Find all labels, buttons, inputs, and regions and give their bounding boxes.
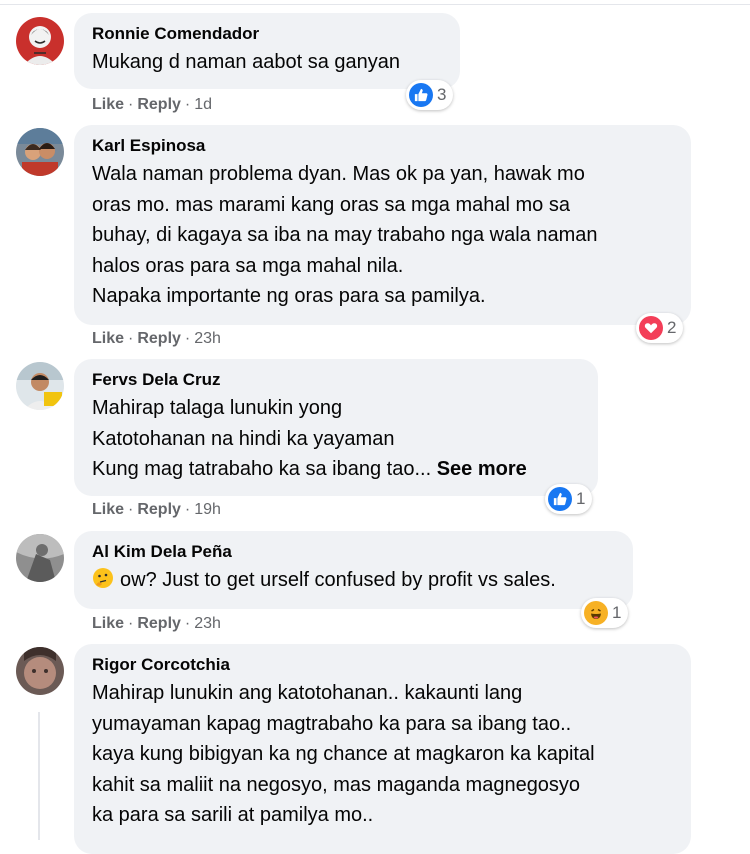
reaction-summary[interactable]: 2 <box>636 313 684 343</box>
separator-dot: · <box>128 501 134 518</box>
comment-bubble: Fervs Dela Cruz Mahirap talaga lunukin y… <box>74 359 598 496</box>
like-button[interactable]: Like <box>92 96 124 113</box>
see-more-link[interactable]: See more <box>437 458 527 480</box>
avatar[interactable] <box>16 647 64 695</box>
comment-text: ow? Just to get urself confused by profi… <box>92 565 615 599</box>
comment-line: Mahirap lunukin ang katotohanan.. kakaun… <box>92 682 523 704</box>
separator-dot: · <box>184 615 191 632</box>
comment-bubble: Ronnie Comendador Mukang d naman aabot s… <box>74 13 460 89</box>
thread-line <box>38 712 40 840</box>
comment-line: ka para sa sarili at pamilya mo.. <box>92 804 374 826</box>
comment-line: yumayaman kapag magtrabaho ka para sa ib… <box>92 712 572 735</box>
reaction-summary[interactable]: 3 <box>406 80 454 110</box>
comment-line: Napaka importante ng oras para sa pamily… <box>92 285 486 307</box>
comment-line: halos oras para sa mga mahal nila. <box>92 254 404 277</box>
haha-icon <box>584 601 608 625</box>
comment-author[interactable]: Rigor Corcotchia <box>92 654 673 676</box>
comment-author[interactable]: Karl Espinosa <box>92 135 673 157</box>
reaction-summary[interactable]: 1 <box>545 484 593 514</box>
heart-icon <box>639 316 663 340</box>
separator-dot: · <box>128 615 134 632</box>
reply-button[interactable]: Reply <box>137 501 181 518</box>
like-button[interactable]: Like <box>92 330 124 347</box>
comment-actions: Like · Reply · 1d <box>92 96 212 114</box>
comment-text: Mukang d naman aabot sa ganyan <box>92 47 442 78</box>
comment-line: buhay, di kagaya sa iba na may trabaho n… <box>92 224 598 246</box>
reaction-count: 2 <box>667 318 677 337</box>
reply-button[interactable]: Reply <box>137 96 181 113</box>
comment-actions: Like · Reply · 23h <box>92 615 221 633</box>
comment-text: Mahirap lunukin ang katotohanan.. kakaun… <box>92 678 673 831</box>
reply-button[interactable]: Reply <box>137 615 181 632</box>
separator-dot: · <box>184 501 191 518</box>
avatar[interactable] <box>16 17 64 65</box>
comment-line: Kung mag tatrabaho ka sa ibang tao... Se… <box>92 454 580 485</box>
reaction-count: 3 <box>437 85 447 104</box>
comment-line-text: ow? Just to get urself confused by profi… <box>120 569 556 591</box>
thinking-face-emoji <box>92 567 114 599</box>
separator-dot: · <box>128 96 134 113</box>
comment-line: Mukang d naman aabot sa ganyan <box>92 51 400 73</box>
separator-dot: · <box>128 330 134 347</box>
comment-actions: Like · Reply · 23h <box>92 330 221 348</box>
comment-text: Wala naman problema dyan. Mas ok pa yan,… <box>92 159 673 312</box>
comment-line: kaya kung bibigyan ka ng chance at magka… <box>92 743 595 765</box>
comment-author[interactable]: Ronnie Comendador <box>92 23 442 45</box>
separator-dot: · <box>184 96 191 113</box>
reply-button[interactable]: Reply <box>137 330 181 347</box>
avatar[interactable] <box>16 534 64 582</box>
comment-line: ow? Just to get urself confused by profi… <box>92 565 615 599</box>
comment-line: Wala naman problema dyan. Mas ok pa yan,… <box>92 163 585 185</box>
comment-time[interactable]: 19h <box>194 501 221 518</box>
comment-time[interactable]: 1d <box>194 96 212 113</box>
comment-bubble: Karl Espinosa Wala naman problema dyan. … <box>74 125 691 325</box>
comment-line: Mahirap talaga lunukin yong <box>92 397 343 419</box>
comment-line: kahit sa maliit na negosyo, mas maganda … <box>92 773 581 796</box>
comment-line-text: Kung mag tatrabaho ka sa ibang tao... <box>92 458 432 480</box>
like-button[interactable]: Like <box>92 615 124 632</box>
avatar[interactable] <box>16 128 64 176</box>
reaction-summary[interactable]: 1 <box>581 598 629 628</box>
reaction-count: 1 <box>576 489 586 508</box>
comment-time[interactable]: 23h <box>194 615 221 632</box>
separator-dot: · <box>184 330 191 347</box>
comment-author[interactable]: Al Kim Dela Peña <box>92 541 615 563</box>
comment-line: oras mo. mas marami kang oras sa mga mah… <box>92 193 570 216</box>
comment-actions: Like · Reply · 19h <box>92 501 221 519</box>
comment-bubble: Al Kim Dela Peña ow? Just to get urself … <box>74 531 633 609</box>
like-icon <box>409 83 433 107</box>
comment-author[interactable]: Fervs Dela Cruz <box>92 369 580 391</box>
like-button[interactable]: Like <box>92 501 124 518</box>
avatar[interactable] <box>16 362 64 410</box>
reaction-count: 1 <box>612 603 622 622</box>
comment-bubble: Rigor Corcotchia Mahirap lunukin ang kat… <box>74 644 691 854</box>
comment-line: Katotohanan na hindi ka yayaman <box>92 427 395 450</box>
top-divider <box>0 4 750 5</box>
comment-text: Mahirap talaga lunukin yong Katotohanan … <box>92 393 580 485</box>
comment-time[interactable]: 23h <box>194 330 221 347</box>
like-icon <box>548 487 572 511</box>
